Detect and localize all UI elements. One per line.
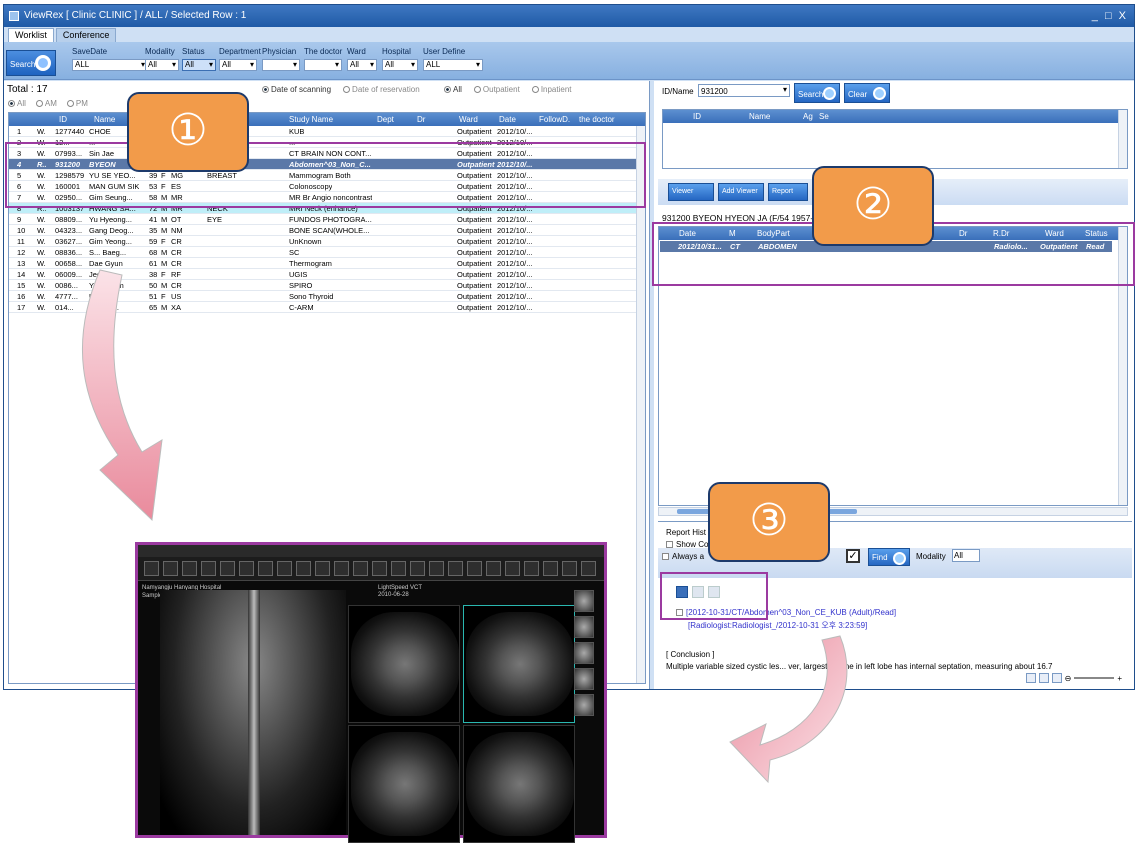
viewer-tool-icon[interactable] — [372, 561, 387, 576]
viewer-tool-icon[interactable] — [467, 561, 482, 576]
viewer-tool-icon[interactable] — [429, 561, 444, 576]
thumbnail[interactable] — [574, 642, 594, 664]
viewer-tool-icon[interactable] — [201, 561, 216, 576]
highlight-box-1 — [5, 142, 646, 208]
thumbnail[interactable] — [574, 590, 594, 612]
arrow-2 — [729, 635, 848, 784]
thumbnail[interactable] — [574, 694, 594, 716]
viewer-thumbnails — [574, 590, 598, 720]
highlight-box-3 — [660, 572, 768, 620]
viewer-tool-icon[interactable] — [581, 561, 596, 576]
viewer-tool-icon[interactable] — [239, 561, 254, 576]
callout-3: ③ — [708, 482, 830, 562]
viewer-tool-icon[interactable] — [258, 561, 273, 576]
viewer-tool-icon[interactable] — [524, 561, 539, 576]
thumbnail[interactable] — [574, 616, 594, 638]
ct-cell-3[interactable] — [348, 725, 460, 843]
viewer-tool-icon[interactable] — [562, 561, 577, 576]
viewer-tool-icon[interactable] — [448, 561, 463, 576]
xray-image — [160, 590, 346, 835]
viewer-menubar — [138, 545, 604, 557]
viewer-tool-icon[interactable] — [144, 561, 159, 576]
viewer-tool-icon[interactable] — [505, 561, 520, 576]
arrow-1 — [81, 269, 163, 522]
viewer-screenshot: Namyangju Hanyang Hospital Sample Data L… — [135, 542, 607, 843]
viewer-scanner: LightSpeed VCT — [378, 585, 423, 591]
viewer-toolbar-strip — [138, 557, 604, 581]
callout-1: ① — [127, 92, 249, 172]
viewer-tool-icon[interactable] — [182, 561, 197, 576]
callout-2: ② — [812, 166, 934, 246]
ct-cell-1[interactable] — [348, 605, 460, 723]
viewer-date: 2010-06-28 — [378, 592, 409, 598]
viewer-tool-icon[interactable] — [353, 561, 368, 576]
viewer-tool-icon[interactable] — [315, 561, 330, 576]
viewer-tool-icon[interactable] — [334, 561, 349, 576]
viewer-tool-icon[interactable] — [277, 561, 292, 576]
viewer-tool-icon[interactable] — [163, 561, 178, 576]
viewer-tool-icon[interactable] — [391, 561, 406, 576]
ct-cell-4[interactable] — [463, 725, 575, 843]
viewer-tool-icon[interactable] — [296, 561, 311, 576]
viewer-tool-icon[interactable] — [486, 561, 501, 576]
viewer-tool-icon[interactable] — [220, 561, 235, 576]
viewer-tool-icon[interactable] — [410, 561, 425, 576]
viewer-tool-icon[interactable] — [543, 561, 558, 576]
thumbnail[interactable] — [574, 668, 594, 690]
ct-cell-2[interactable] — [463, 605, 575, 723]
